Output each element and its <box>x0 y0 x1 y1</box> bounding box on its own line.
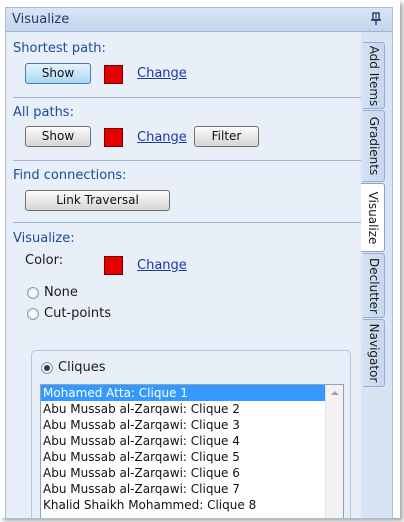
tab-gradients[interactable]: Gradients <box>363 110 385 182</box>
list-scrollbar[interactable] <box>325 385 343 518</box>
tab-visualize[interactable]: Visualize <box>361 183 385 252</box>
list-item[interactable]: Mohamed Atta: Clique 1 <box>41 385 325 401</box>
tab-add-items[interactable]: Add Items <box>363 42 385 109</box>
tab-visualize-label: Visualize <box>365 191 380 244</box>
radio-button[interactable] <box>27 308 39 320</box>
visualize-panel: Visualize Shortest path: Show Change All… <box>5 7 393 519</box>
link-traversal-button[interactable]: Link Traversal <box>25 190 170 211</box>
pin-icon[interactable] <box>369 11 383 27</box>
radio-none-label: None <box>44 285 78 300</box>
shortest-path-show-button[interactable]: Show <box>25 63 91 84</box>
radio-selected-dot <box>44 365 50 371</box>
visualize-change-link[interactable]: Change <box>137 258 187 273</box>
cliques-group: Cliques Mohamed Atta: Clique 1 Abu Mussa… <box>31 350 351 518</box>
all-paths-filter-button[interactable]: Filter <box>194 126 259 147</box>
shortest-path-change-link[interactable]: Change <box>137 66 187 81</box>
panel-title: Visualize <box>12 12 70 27</box>
panel-content: Shortest path: Show Change All paths: Sh… <box>7 33 361 518</box>
color-label: Color: <box>25 253 64 268</box>
radio-cliques-label: Cliques <box>58 360 106 375</box>
window-frame: Visualize Shortest path: Show Change All… <box>0 0 400 519</box>
divider <box>13 222 361 223</box>
tab-gradients-label: Gradients <box>366 116 381 176</box>
list-item[interactable]: Abu Mussab al-Zarqawi: Clique 6 <box>41 465 325 481</box>
divider <box>13 160 361 161</box>
tab-add-items-label: Add Items <box>366 45 381 106</box>
list-item[interactable]: Abu Mussab al-Zarqawi: Clique 5 <box>41 449 325 465</box>
list-item[interactable]: Khalid Shaikh Mohammed: Clique 8 <box>41 497 325 513</box>
visualize-color-swatch[interactable] <box>104 256 123 275</box>
scroll-up-arrow-icon[interactable] <box>331 391 339 395</box>
radio-cut-points-label: Cut-points <box>44 306 112 321</box>
tab-strip: Add Items Gradients Visualize Declutter … <box>361 32 392 518</box>
visualize-label: Visualize: <box>13 231 75 246</box>
radio-button[interactable] <box>41 362 53 374</box>
all-paths-label: All paths: <box>13 105 74 120</box>
shortest-path-color-swatch[interactable] <box>104 65 123 84</box>
list-item[interactable]: Abu Mussab al-Zarqawi: Clique 3 <box>41 417 325 433</box>
panel-header: Visualize <box>6 8 392 32</box>
all-paths-change-link[interactable]: Change <box>137 130 187 145</box>
tab-navigator[interactable]: Navigator <box>363 319 385 387</box>
divider <box>13 97 361 98</box>
list-item[interactable]: Abu Mussab al-Zarqawi: Clique 7 <box>41 481 325 497</box>
shortest-path-label: Shortest path: <box>13 41 106 56</box>
list-item[interactable]: Abu Mussab al-Zarqawi: Clique 4 <box>41 433 325 449</box>
all-paths-show-button[interactable]: Show <box>25 126 91 147</box>
tab-declutter-label: Declutter <box>366 257 381 314</box>
tab-navigator-label: Navigator <box>366 323 381 383</box>
find-connections-label: Find connections: <box>13 168 127 183</box>
radio-button[interactable] <box>27 287 39 299</box>
tab-declutter[interactable]: Declutter <box>363 253 385 318</box>
all-paths-color-swatch[interactable] <box>104 128 123 147</box>
clique-list[interactable]: Mohamed Atta: Clique 1 Abu Mussab al-Zar… <box>40 384 344 518</box>
list-item[interactable]: Abu Mussab al-Zarqawi: Clique 2 <box>41 401 325 417</box>
